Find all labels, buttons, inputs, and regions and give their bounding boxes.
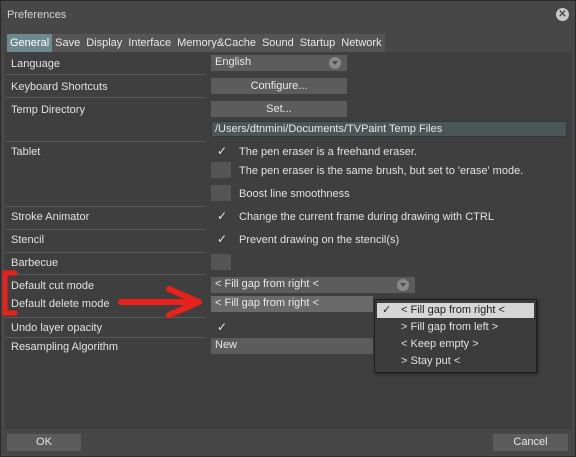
- row-divider: [5, 206, 205, 207]
- cancel-button[interactable]: Cancel: [493, 434, 568, 451]
- annotation-bracket: [2, 270, 18, 316]
- tablet-erase-mode-checkbox[interactable]: [211, 162, 231, 178]
- annotation-overlay: [2, 270, 202, 318]
- chevron-down-icon: [329, 57, 341, 69]
- tablet-label: Tablet: [11, 146, 41, 158]
- preferences-window: Preferences ✕ General Save Display Inter…: [0, 0, 576, 457]
- tablet-freehand-eraser-checkbox[interactable]: ✓: [211, 143, 231, 159]
- menu-item-keep-empty[interactable]: < Keep empty >: [377, 337, 534, 352]
- tab-startup[interactable]: Startup: [296, 34, 339, 52]
- boost-smoothness-checkbox[interactable]: [211, 185, 231, 201]
- row-divider: [5, 337, 205, 338]
- boost-smoothness-label: Boost line smoothness: [239, 188, 350, 200]
- window-title: Preferences: [7, 9, 67, 21]
- menu-item-label: > Stay put <: [401, 355, 461, 367]
- configure-button[interactable]: Configure...: [211, 78, 347, 94]
- undo-layer-opacity-checkbox[interactable]: ✓: [211, 319, 231, 335]
- stroke-animator-label: Stroke Animator: [11, 211, 90, 223]
- checkmark-icon: ✓: [217, 209, 228, 223]
- tab-network[interactable]: Network: [338, 34, 385, 52]
- ok-button[interactable]: OK: [7, 434, 81, 451]
- tab-general[interactable]: General: [7, 34, 53, 52]
- tab-sound[interactable]: Sound: [258, 34, 297, 52]
- checkmark-icon: ✓: [382, 304, 392, 316]
- keyboard-shortcuts-label: Keyboard Shortcuts: [11, 81, 108, 93]
- stencil-checkbox[interactable]: ✓: [211, 231, 231, 247]
- temp-directory-label: Temp Directory: [11, 104, 85, 116]
- menu-item-stay-put[interactable]: > Stay put <: [377, 354, 534, 369]
- row-divider: [5, 229, 205, 230]
- tab-memory-cache[interactable]: Memory&Cache: [174, 34, 259, 52]
- resampling-algorithm-select[interactable]: New: [211, 338, 373, 354]
- default-cut-mode-select[interactable]: < Fill gap from right <: [211, 277, 415, 293]
- chevron-down-icon: [397, 279, 409, 291]
- temp-directory-path[interactable]: /Users/dtnmini/Documents/TVPaint Temp Fi…: [211, 121, 567, 137]
- row-divider: [5, 141, 205, 142]
- language-label: Language: [11, 58, 60, 70]
- tablet-freehand-eraser-label: The pen eraser is a freehand eraser.: [239, 146, 417, 158]
- tab-save[interactable]: Save: [52, 34, 84, 52]
- close-icon[interactable]: ✕: [556, 8, 569, 21]
- menu-item-fill-gap-from-left[interactable]: > Fill gap from left >: [377, 320, 534, 335]
- row-divider: [5, 97, 205, 98]
- title-bar: Preferences ✕: [1, 1, 575, 29]
- checkmark-icon: ✓: [217, 320, 228, 334]
- tab-bar: General Save Display Interface Memory&Ca…: [7, 34, 385, 52]
- default-cut-mode-value: < Fill gap from right <: [215, 278, 319, 290]
- menu-item-fill-gap-from-right[interactable]: ✓ < Fill gap from right <: [377, 303, 534, 318]
- delete-mode-dropdown-menu: ✓ < Fill gap from right < > Fill gap fro…: [374, 299, 537, 373]
- tab-display[interactable]: Display: [83, 34, 126, 52]
- stencil-label: Stencil: [11, 234, 45, 246]
- default-delete-mode-select[interactable]: < Fill gap from right <: [211, 296, 373, 312]
- row-divider: [5, 252, 205, 253]
- language-select[interactable]: English: [211, 55, 347, 71]
- barbecue-checkbox[interactable]: [211, 254, 231, 270]
- menu-item-label: < Fill gap from right <: [401, 304, 505, 316]
- language-value: English: [215, 56, 252, 68]
- menu-item-label: > Fill gap from left >: [401, 321, 499, 333]
- set-directory-button[interactable]: Set...: [211, 101, 347, 117]
- row-divider: [5, 74, 205, 75]
- default-delete-mode-value: < Fill gap from right <: [215, 297, 319, 309]
- menu-item-label: < Keep empty >: [401, 338, 479, 350]
- checkmark-icon: ✓: [217, 144, 228, 158]
- resampling-algorithm-value: New: [215, 339, 238, 351]
- stroke-animator-checkbox[interactable]: ✓: [211, 208, 231, 224]
- tablet-erase-mode-label: The pen eraser is the same brush, but se…: [239, 165, 524, 177]
- resampling-algorithm-label: Resampling Algorithm: [11, 341, 118, 353]
- checkmark-icon: ✓: [217, 232, 228, 246]
- tab-interface[interactable]: Interface: [125, 34, 175, 52]
- stroke-animator-option: Change the current frame during drawing …: [239, 211, 494, 223]
- stencil-option: Prevent drawing on the stencil(s): [239, 234, 400, 246]
